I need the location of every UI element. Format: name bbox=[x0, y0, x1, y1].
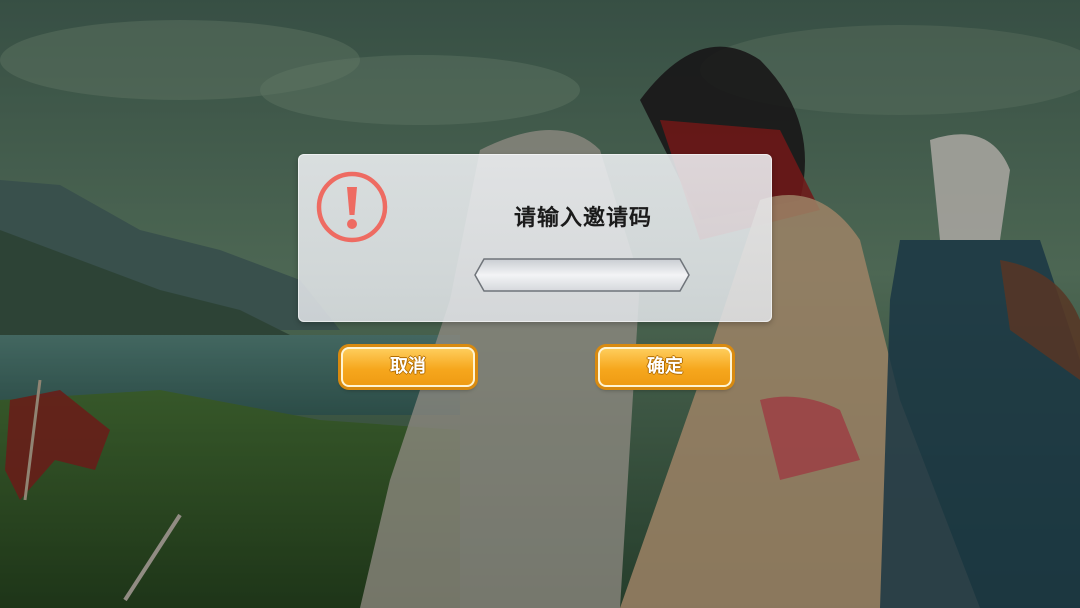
invite-code-dialog: 请输入邀请码 bbox=[298, 154, 772, 322]
confirm-button[interactable]: 确定 bbox=[598, 347, 732, 387]
invite-code-input[interactable] bbox=[490, 263, 678, 289]
game-screen: 请输入邀请码 取消 确定 bbox=[0, 0, 1080, 608]
invite-code-field[interactable] bbox=[474, 258, 690, 292]
exclamation-circle-icon bbox=[316, 171, 388, 243]
dialog-title: 请输入邀请码 bbox=[513, 206, 652, 231]
cancel-button[interactable]: 取消 bbox=[341, 347, 475, 387]
